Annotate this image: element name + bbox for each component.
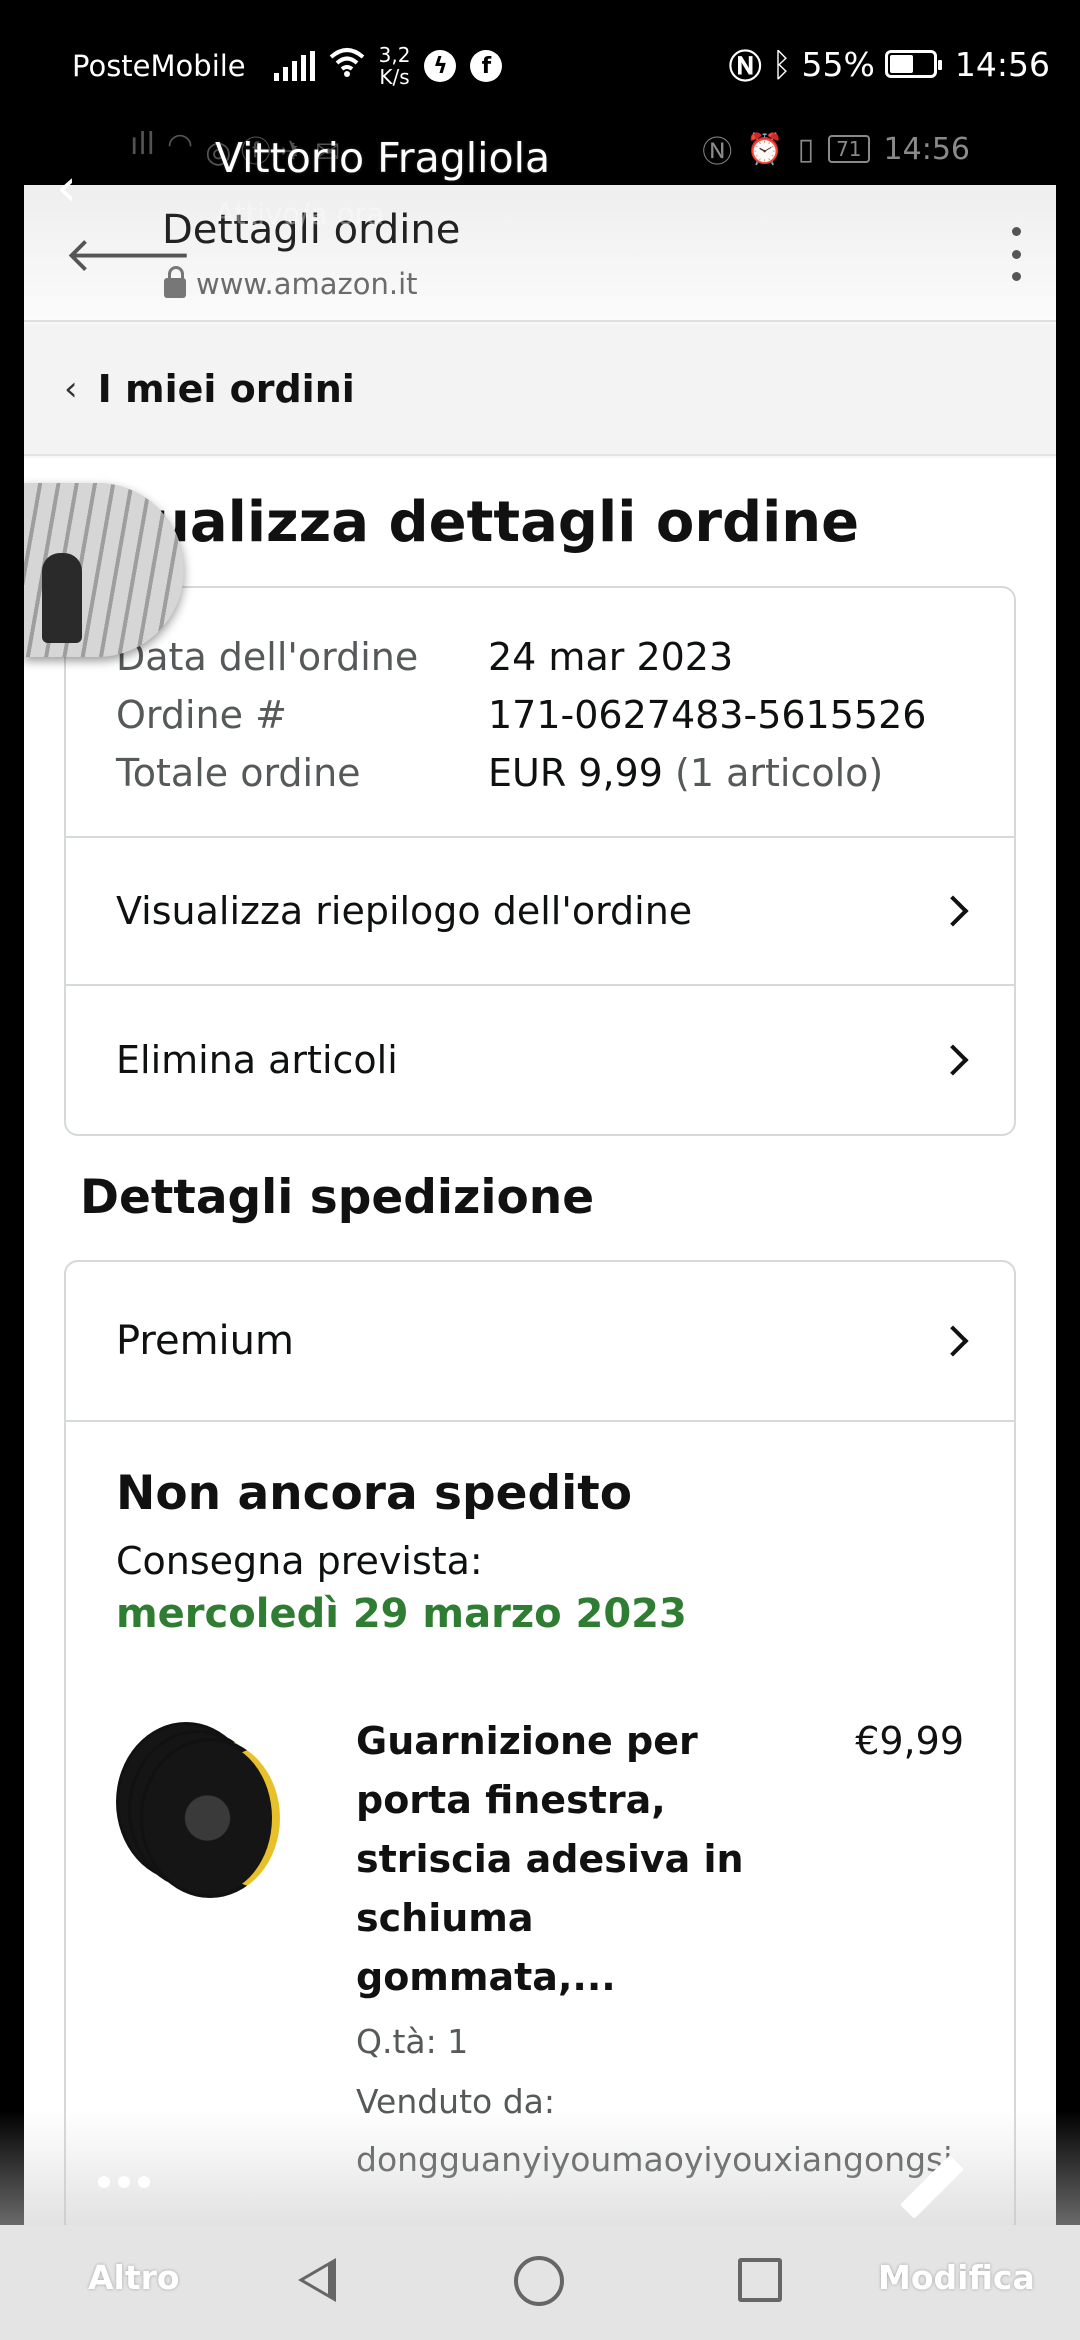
status-bar: PosteMobile 3,2 K/s ϟ f Ⓝ ᛒ 55% 14:56 (0, 0, 1080, 125)
shipment-block: Non ancora spedito Consegna prevista: me… (66, 1422, 1014, 2225)
contact-status: Attivo/a ora (215, 197, 385, 231)
inner-battery-icon: 71 (828, 135, 870, 163)
product-qty: Q.tà: 1 (356, 2022, 469, 2061)
order-info-value-text: 24 mar 2023 (488, 635, 734, 679)
shipping-type-row[interactable]: Premium (66, 1262, 1014, 1422)
wifi-icon (329, 47, 365, 85)
nav-recents-icon[interactable] (738, 2258, 782, 2302)
net-speed-unit: K/s (379, 65, 410, 89)
order-info-value-text: EUR 9,99 (488, 751, 663, 795)
order-info-row: Data dell'ordine 24 mar 2023 (116, 628, 1014, 686)
altro-button[interactable]: Altro (88, 2258, 180, 2297)
product-price: €9,99 (855, 1719, 964, 1763)
chevron-right-icon (937, 895, 969, 927)
delete-items-link[interactable]: Elimina articoli (66, 986, 1014, 1134)
inner-alarm-icon: ⏰ (746, 131, 784, 167)
order-info-value: 171-0627483-5615526 (488, 686, 926, 744)
view-order-summary-link[interactable]: Visualizza riepilogo dell'ordine (66, 838, 1014, 986)
product-title[interactable]: Guarnizione per porta finestra, striscia… (356, 1712, 776, 2007)
overlay-back-icon[interactable]: ‹ (56, 158, 77, 218)
order-details-main: ualizza dettagli ordine Data dell'ordine… (24, 458, 1056, 2225)
nfc-icon: Ⓝ (728, 47, 762, 86)
chevron-left-icon: ‹ (64, 369, 78, 409)
clock: 14:56 (954, 44, 1050, 84)
order-info-value: 24 mar 2023 (488, 628, 733, 686)
order-info-key: Totale ordine (116, 751, 361, 795)
inner-clock: 14:56 (883, 131, 970, 167)
order-info-row: Ordine # 171-0627483-5615526 (116, 686, 1014, 744)
inner-signal-icon: ıll (130, 127, 156, 162)
inner-wifi-icon: ◠ (167, 127, 194, 162)
inner-vibrate-icon: ▯ (797, 131, 815, 167)
bluetooth-icon: ᛒ (771, 44, 792, 84)
order-info: Data dell'ordine 24 mar 2023 Ordine # 171-0… (66, 588, 1014, 838)
order-info-value-text: 171-0627483-5615526 (488, 693, 927, 737)
avatar-person (42, 553, 82, 643)
order-summary-card: Data dell'ordine 24 mar 2023 Ordine # 171-0… (64, 586, 1016, 1136)
lock-icon (164, 266, 186, 298)
eta-label: Consegna prevista: (116, 1539, 483, 1583)
order-info-row: Totale ordine EUR 9,99 (1 articolo) (116, 744, 1014, 802)
more-dots-icon[interactable] (98, 2176, 150, 2188)
eta-date: mercoledì 29 marzo 2023 (116, 1591, 687, 1637)
product-image[interactable] (116, 1722, 286, 1912)
avatar[interactable] (24, 483, 184, 657)
browser-url[interactable]: www.amazon.it (164, 266, 418, 301)
chevron-right-icon (937, 1325, 969, 1357)
order-info-value-note: (1 articolo) (662, 751, 884, 795)
more-options-icon[interactable] (1006, 227, 1026, 281)
shipping-heading: Dettagli spedizione (80, 1170, 595, 1225)
signal-icon (273, 51, 315, 81)
chevron-right-icon (937, 1044, 969, 1076)
inner-nfc-icon: Ⓝ (702, 135, 733, 170)
nav-home-icon[interactable] (514, 2256, 564, 2306)
shipping-card: Premium Non ancora spedito Consegna prev… (64, 1260, 1016, 2225)
net-speed: 3,2 K/s (379, 44, 411, 88)
modifica-button[interactable]: Modifica (878, 2258, 1035, 2297)
messenger-icon: ϟ (424, 50, 457, 82)
my-orders-link[interactable]: ‹ I miei ordini (24, 324, 1056, 456)
battery-percent: 55% (801, 44, 875, 84)
page-title-text: ualizza dettagli ordine (150, 490, 860, 555)
battery-icon (884, 50, 942, 78)
facebook-icon: f (470, 50, 503, 82)
contact-name: Vittorio Fragliola (215, 134, 551, 182)
order-info-key: Ordine # (116, 693, 287, 737)
shipping-type-label: Premium (116, 1318, 294, 1364)
browser-toolbar: 🡐 Dettagli ordine www.amazon.it (24, 185, 1056, 322)
order-info-value: EUR 9,99 (1 articolo) (488, 744, 883, 802)
shipment-status: Non ancora spedito (116, 1466, 633, 1521)
product-roll (140, 1738, 280, 1898)
url-text: www.amazon.it (196, 267, 418, 301)
carrier-label: PosteMobile (72, 49, 246, 83)
nav-back-icon[interactable] (298, 2258, 336, 2302)
delete-items-label: Elimina articoli (116, 1038, 398, 1082)
my-orders-label: I miei ordini (97, 367, 355, 411)
browser-back-icon[interactable]: 🡐 (64, 231, 193, 279)
view-order-summary-label: Visualizza riepilogo dell'ordine (116, 889, 693, 933)
net-speed-value: 3,2 (378, 43, 411, 67)
